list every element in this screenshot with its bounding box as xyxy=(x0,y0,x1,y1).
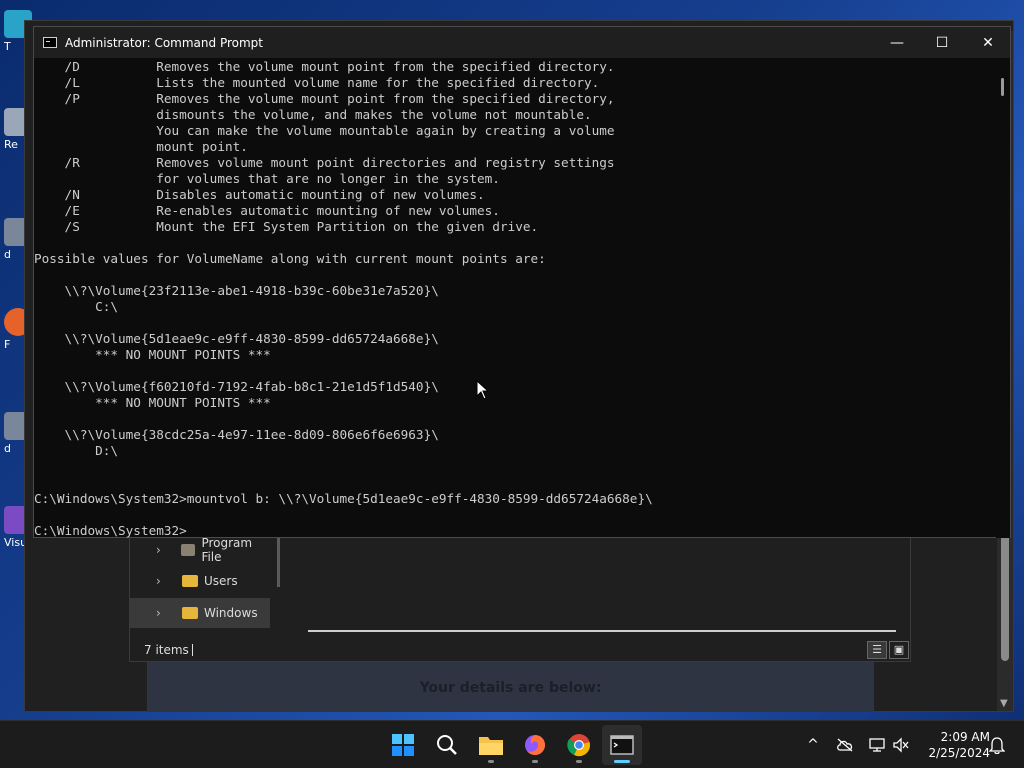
chevron-right-icon[interactable]: › xyxy=(156,543,171,557)
taskbar-firefox[interactable] xyxy=(515,725,555,765)
console-line: \\?\Volume{23f2113e-abe1-4918-b39c-60be3… xyxy=(34,283,439,298)
web-page-panel: Your details are below: xyxy=(147,662,874,712)
console-line: C:\Windows\System32> xyxy=(34,523,187,538)
network-icon[interactable] xyxy=(867,735,887,755)
console-line: /L Lists the mounted volume name for the… xyxy=(34,75,600,90)
pane-splitter[interactable] xyxy=(277,537,280,587)
cmd-scrollbar[interactable] xyxy=(996,58,1010,538)
minimize-button[interactable]: — xyxy=(874,27,920,58)
start-button[interactable] xyxy=(383,725,423,765)
cmd-titlebar[interactable]: Administrator: Command Prompt — ☐ ✕ xyxy=(34,27,1010,58)
clock-time: 2:09 AM xyxy=(940,730,990,744)
notification-bell-icon[interactable] xyxy=(987,735,1007,755)
console-line: C:\Windows\System32>mountvol b: \\?\Volu… xyxy=(34,491,653,506)
console-line: D:\ xyxy=(34,443,119,458)
tree-item-label: Users xyxy=(204,574,238,588)
console-line: /E Re-enables automatic mounting of new … xyxy=(34,203,500,218)
chevron-right-icon[interactable]: › xyxy=(156,606,172,620)
taskbar: ^ 2:09 AM 2/25/2024 xyxy=(0,720,1024,768)
running-indicator xyxy=(576,760,582,763)
console-line: \\?\Volume{5d1eae9c-e9ff-4830-8599-dd657… xyxy=(34,331,439,346)
console-line: /S Mount the EFI System Partition on the… xyxy=(34,219,539,234)
terminal-icon xyxy=(610,735,634,755)
folder-icon xyxy=(182,607,198,619)
console-line: *** NO MOUNT POINTS *** xyxy=(34,347,271,362)
chrome-icon xyxy=(567,734,590,757)
console-line: *** NO MOUNT POINTS *** xyxy=(34,395,271,410)
system-clock[interactable]: 2:09 AM 2/25/2024 xyxy=(918,729,990,761)
file-explorer-window: › Program File › Users › Windows 7 items… xyxy=(129,536,911,662)
console-line: /D Removes the volume mount point from t… xyxy=(34,59,615,74)
terminal-icon xyxy=(43,37,57,48)
explorer-navigation-pane: › Program File › Users › Windows xyxy=(130,535,280,637)
console-line: dismounts the volume, and makes the volu… xyxy=(34,107,592,122)
mouse-pointer-icon xyxy=(476,380,490,400)
running-indicator xyxy=(488,760,494,763)
taskbar-chrome[interactable] xyxy=(559,725,599,765)
status-item-count: 7 items xyxy=(144,643,189,657)
volume-muted-icon[interactable] xyxy=(891,735,911,755)
maximize-button[interactable]: ☐ xyxy=(919,27,965,58)
folder-icon xyxy=(479,737,503,755)
status-separator xyxy=(192,644,193,656)
running-indicator xyxy=(532,760,538,763)
console-line: Possible values for VolumeName along wit… xyxy=(34,251,546,266)
window-title: Administrator: Command Prompt xyxy=(65,35,263,50)
console-output[interactable]: /D Removes the volume mount point from t… xyxy=(34,58,996,538)
console-line: mount point. xyxy=(34,139,248,154)
horizontal-scrollbar[interactable] xyxy=(308,630,896,632)
taskbar-command-prompt[interactable] xyxy=(602,725,642,765)
close-button[interactable]: ✕ xyxy=(965,27,1011,58)
tiles-view-icon[interactable]: ▣ xyxy=(889,641,909,659)
console-line: for volumes that are no longer in the sy… xyxy=(34,171,500,186)
scroll-down-icon[interactable]: ▼ xyxy=(1000,698,1008,709)
chevron-up-icon[interactable]: ^ xyxy=(803,735,823,755)
console-line: \\?\Volume{f60210fd-7192-4fab-b8c1-21e1d… xyxy=(34,379,439,394)
web-page-heading: Your details are below: xyxy=(419,680,602,696)
tree-item-windows[interactable]: › Windows xyxy=(130,598,270,628)
folder-icon xyxy=(182,575,198,587)
tree-item-users[interactable]: › Users xyxy=(130,566,270,596)
scrollbar-thumb[interactable] xyxy=(1001,78,1004,96)
console-line: You can make the volume mountable again … xyxy=(34,123,615,138)
console-line: \\?\Volume{38cdc25a-4e97-11ee-8d09-806e6… xyxy=(34,427,439,442)
search-icon xyxy=(437,735,457,755)
console-line: /N Disables automatic mounting of new vo… xyxy=(34,187,485,202)
onedrive-offline-icon[interactable] xyxy=(835,735,855,755)
console-line: /P Removes the volume mount point from t… xyxy=(34,91,615,106)
windows-logo-icon xyxy=(392,734,414,756)
taskbar-file-explorer[interactable] xyxy=(471,725,511,765)
clock-date: 2/25/2024 xyxy=(928,746,990,760)
command-prompt-window[interactable]: Administrator: Command Prompt — ☐ ✕ /D R… xyxy=(33,26,1011,538)
active-indicator xyxy=(614,760,630,763)
desktop: T Re d F d Visu 202 ▼ › Program File xyxy=(0,0,1024,720)
chevron-right-icon[interactable]: › xyxy=(156,574,172,588)
tree-item-label: Program File xyxy=(201,536,253,564)
console-line: /R Removes volume mount point directorie… xyxy=(34,155,615,170)
folder-icon xyxy=(180,544,196,556)
firefox-icon xyxy=(525,735,545,755)
tree-item-program-files[interactable]: › Program File xyxy=(130,535,270,565)
details-view-icon[interactable]: ☰ xyxy=(867,641,887,659)
search-button[interactable] xyxy=(427,725,467,765)
tree-item-label: Windows xyxy=(204,606,258,620)
console-line: C:\ xyxy=(34,299,119,314)
